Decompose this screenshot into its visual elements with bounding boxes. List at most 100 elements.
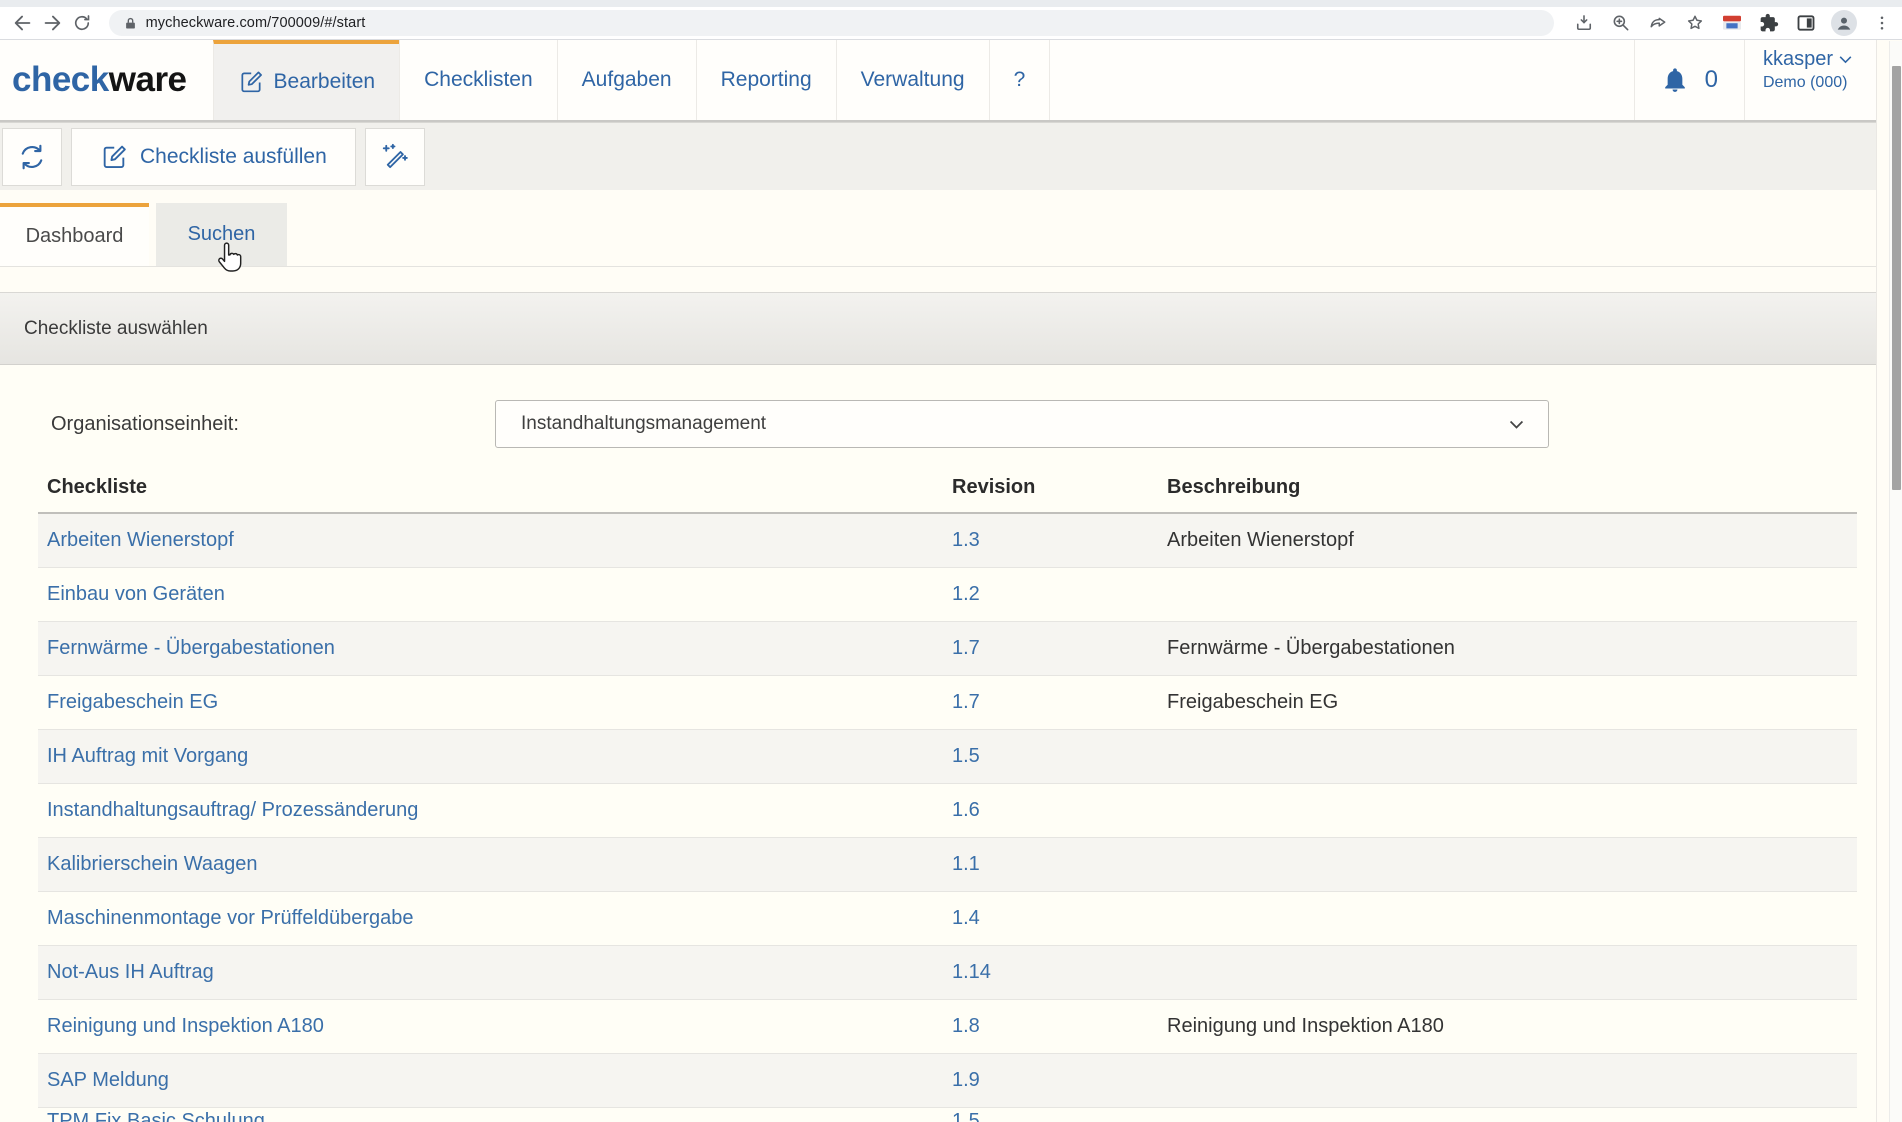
main-nav: Bearbeiten Checklisten Aufgaben Reportin… — [213, 40, 1051, 120]
panel-header: Checkliste auswählen — [0, 292, 1876, 365]
chevron-down-icon — [1507, 415, 1526, 434]
zoom-in-icon[interactable] — [1609, 9, 1633, 37]
back-icon[interactable] — [8, 9, 38, 37]
checklist-description — [1158, 1108, 1857, 1110]
page-scrollbar — [1889, 41, 1902, 1122]
checklist-link[interactable]: Einbau von Geräten — [38, 583, 943, 606]
edit-square-icon — [100, 143, 128, 171]
browser-toolbar: mycheckware.com/700009/#/start — [0, 7, 1902, 40]
logo-part-check: check — [12, 60, 109, 100]
table-row: Maschinenmontage vor Prüffeldübergabe 1.… — [38, 892, 1857, 946]
magic-wand-icon — [380, 142, 410, 172]
checklist-link[interactable]: Maschinenmontage vor Prüffeldübergabe — [38, 907, 943, 930]
puzzle-extensions-icon[interactable] — [1757, 9, 1781, 37]
nav-item-help[interactable]: ? — [989, 40, 1051, 120]
refresh-button[interactable] — [2, 128, 62, 186]
action-toolbar: Checkliste ausfüllen — [0, 122, 1876, 190]
notification-count: 0 — [1705, 66, 1718, 94]
header-right: 0 kkasper Demo (000) — [1634, 40, 1876, 120]
share-icon[interactable] — [1646, 9, 1670, 37]
checklist-link[interactable]: Fernwärme - Übergabestationen — [38, 637, 943, 660]
nav-item-bearbeiten[interactable]: Bearbeiten — [213, 40, 400, 120]
chrome-actions — [1572, 9, 1894, 37]
nav-item-label: ? — [1014, 68, 1026, 92]
checklist-revision: 1.1 — [943, 853, 1158, 876]
table-body: Arbeiten Wienerstopf 1.3 Arbeiten Wiener… — [38, 514, 1857, 1122]
tab-suchen[interactable]: Suchen — [156, 203, 287, 266]
checklist-link[interactable]: IH Auftrag mit Vorgang — [38, 745, 943, 768]
checklist-link[interactable]: Arbeiten Wienerstopf — [38, 529, 943, 552]
scrollbar-thumb[interactable] — [1892, 66, 1901, 490]
reload-icon[interactable] — [67, 9, 97, 37]
table-row: Instandhaltungsauftrag/ Prozessänderung … — [38, 784, 1857, 838]
app-logo: checkware — [0, 40, 199, 120]
table-row: Kalibrierschein Waagen 1.1 — [38, 838, 1857, 892]
checklist-revision: 1.7 — [943, 637, 1158, 660]
checklist-table: Checkliste Revision Beschreibung Arbeite… — [38, 462, 1857, 1122]
nav-item-label: Bearbeiten — [274, 70, 376, 94]
checklist-description: Freigabeschein EG — [1158, 691, 1857, 714]
url-bar[interactable]: mycheckware.com/700009/#/start — [109, 10, 1554, 36]
table-header-row: Checkliste Revision Beschreibung — [38, 462, 1857, 514]
refresh-icon — [17, 142, 47, 172]
checklist-revision: 1.5 — [943, 745, 1158, 768]
checklist-link[interactable]: Reinigung und Inspektion A180 — [38, 1015, 943, 1038]
edit-square-icon — [238, 69, 264, 95]
forward-icon[interactable] — [38, 9, 68, 37]
split-screen-icon[interactable] — [1794, 9, 1818, 37]
table-row: IH Auftrag mit Vorgang 1.5 — [38, 730, 1857, 784]
nav-item-aufgaben[interactable]: Aufgaben — [557, 40, 696, 120]
notifications-button[interactable]: 0 — [1634, 40, 1744, 120]
nav-item-label: Reporting — [721, 68, 812, 92]
checklist-revision: 1.4 — [943, 907, 1158, 930]
nav-item-verwaltung[interactable]: Verwaltung — [836, 40, 989, 120]
checklist-revision: 1.7 — [943, 691, 1158, 714]
table-row: Einbau von Geräten 1.2 — [38, 568, 1857, 622]
nav-item-label: Verwaltung — [861, 68, 965, 92]
checklist-revision: 1.9 — [943, 1069, 1158, 1092]
column-header-beschreibung: Beschreibung — [1158, 476, 1857, 499]
checklist-link[interactable]: Kalibrierschein Waagen — [38, 853, 943, 876]
logo-part-ware: ware — [109, 60, 187, 100]
checklist-revision: 1.14 — [943, 961, 1158, 984]
user-menu[interactable]: kkasper Demo (000) — [1744, 40, 1876, 120]
panel-content: Organisationseinheit: Instandhaltungsman… — [0, 365, 1876, 1122]
checklist-revision: 1.2 — [943, 583, 1158, 606]
table-row: Not-Aus IH Auftrag 1.14 — [38, 946, 1857, 1000]
checklist-revision: 1.5 — [943, 1108, 1158, 1122]
user-name: kkasper — [1763, 48, 1833, 71]
table-row: Arbeiten Wienerstopf 1.3 Arbeiten Wiener… — [38, 514, 1857, 568]
profile-avatar-icon[interactable] — [1831, 10, 1857, 36]
install-icon[interactable] — [1572, 9, 1596, 37]
checklist-link[interactable]: TPM Fix Basic Schulung — [38, 1108, 943, 1122]
page-tabs: Dashboard Suchen — [0, 203, 1876, 267]
checklist-link[interactable]: SAP Meldung — [38, 1069, 943, 1092]
bookmark-star-icon[interactable] — [1683, 9, 1707, 37]
org-unit-select[interactable]: Instandhaltungsmanagement — [495, 400, 1549, 448]
nav-item-label: Aufgaben — [582, 68, 672, 92]
checklist-link[interactable]: Instandhaltungsauftrag/ Prozessänderung — [38, 799, 943, 822]
nav-item-reporting[interactable]: Reporting — [696, 40, 836, 120]
extension-colored-icon[interactable] — [1720, 9, 1744, 37]
lock-icon — [123, 16, 138, 31]
table-row: Freigabeschein EG 1.7 Freigabeschein EG — [38, 676, 1857, 730]
nav-item-checklisten[interactable]: Checklisten — [399, 40, 557, 120]
fill-checklist-button[interactable]: Checkliste ausfüllen — [71, 128, 356, 186]
checklist-link[interactable]: Not-Aus IH Auftrag — [38, 961, 943, 984]
kebab-menu-icon[interactable] — [1870, 9, 1894, 37]
url-text: mycheckware.com/700009/#/start — [146, 15, 366, 31]
table-row: Fernwärme - Übergabestationen 1.7 Fernwä… — [38, 622, 1857, 676]
column-header-revision: Revision — [943, 476, 1158, 499]
checklist-link[interactable]: Freigabeschein EG — [38, 691, 943, 714]
magic-wand-button[interactable] — [365, 128, 425, 186]
table-row: TPM Fix Basic Schulung 1.5 — [38, 1108, 1857, 1122]
checklist-revision: 1.8 — [943, 1015, 1158, 1038]
org-unit-row: Organisationseinheit: Instandhaltungsman… — [0, 400, 1876, 448]
tab-label: Suchen — [188, 223, 256, 246]
org-unit-label: Organisationseinheit: — [51, 413, 239, 436]
nav-item-label: Checklisten — [424, 68, 533, 92]
panel-title: Checkliste auswählen — [24, 318, 208, 340]
user-org: Demo (000) — [1763, 74, 1854, 92]
tab-dashboard[interactable]: Dashboard — [0, 203, 149, 266]
checklist-description: Fernwärme - Übergabestationen — [1158, 637, 1857, 660]
